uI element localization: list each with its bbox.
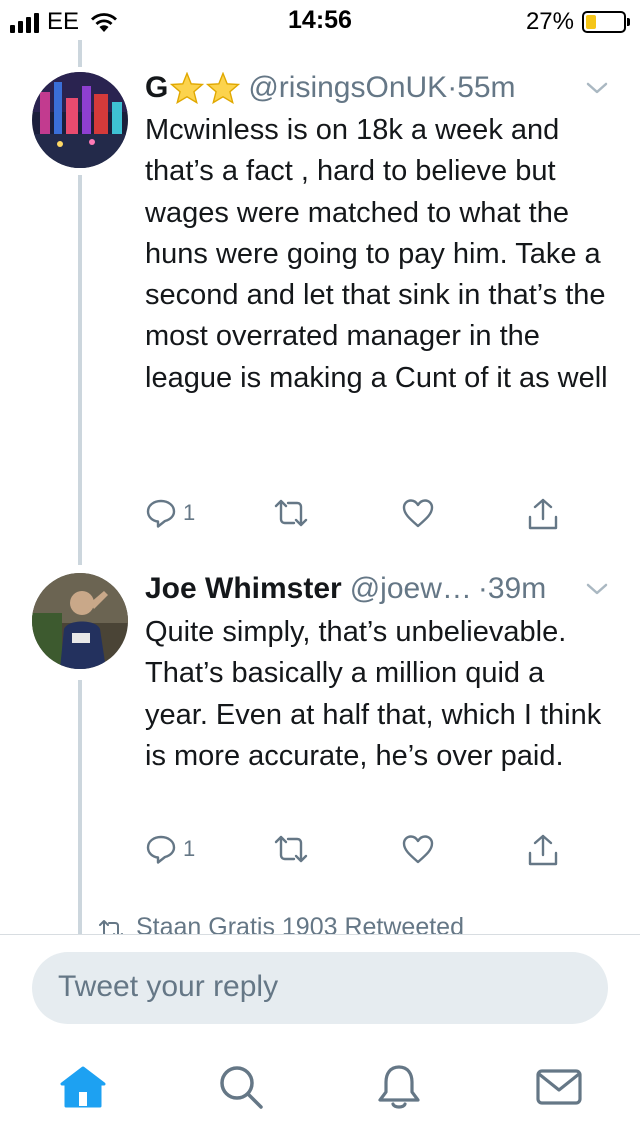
retweet-context-label: Staan Gratis 1903 Retweeted [136,913,464,934]
share-button[interactable] [527,833,559,867]
battery-icon [582,11,630,33]
chevron-down-icon[interactable] [584,78,610,98]
reply-count: 1 [183,500,196,525]
star-icon [206,72,241,104]
messages-icon[interactable] [534,1062,584,1112]
reply-bar: Tweet your reply [0,934,640,1040]
heart-icon [402,499,434,528]
avatar-image [32,573,128,669]
avatar-image [32,72,128,168]
thread-line [78,175,82,565]
thread-line [78,40,82,67]
reply-button[interactable]: 1 [145,833,195,865]
tweet-header: Joe Whimster @joew… · 39m [145,569,546,609]
battery-fill [586,15,596,29]
separator-dot: · [447,71,458,104]
reply-input[interactable]: Tweet your reply [32,952,608,1024]
reply-button[interactable]: 1 [145,497,195,529]
like-button[interactable] [401,833,435,865]
battery-percent: 27% [525,8,574,35]
share-icon [528,834,558,866]
timestamp: 39m [487,572,547,605]
avatar[interactable] [32,573,128,669]
status-right: 27% [525,8,630,36]
handle[interactable]: @risingsOnUK [248,71,447,105]
tweet-text: Mcwinless is on 18k a week and that’s a … [145,114,608,394]
reply-icon [146,835,176,864]
chevron-down-icon[interactable] [584,579,610,599]
home-icon[interactable] [58,1062,108,1112]
retweet-button[interactable] [273,497,309,529]
display-name[interactable]: Joe Whimster [145,572,342,606]
reply-count: 1 [183,836,196,861]
status-bar: EE 14:56 27% [0,0,640,40]
tweet-header: G @risingsOnUK · 55m [145,68,516,108]
tweet-actions: 1 [145,833,575,869]
handle[interactable]: @joew… [350,572,472,606]
tweet-text: Quite simply, that’s unbelievable. That’… [145,616,602,772]
timestamp: 55m [457,71,516,104]
notifications-icon[interactable] [374,1062,424,1112]
search-icon[interactable] [216,1062,266,1112]
retweet-context: Staan Gratis 1903 Retweeted [98,912,464,934]
retweet-icon [274,835,308,863]
retweet-icon [274,499,308,527]
retweet-button[interactable] [273,833,309,865]
tab-bar [0,1040,640,1136]
retweet-icon [99,920,123,934]
share-button[interactable] [527,497,559,531]
display-name[interactable]: G [145,71,168,105]
thread-line [78,680,82,934]
reply-placeholder: Tweet your reply [58,970,279,1003]
like-button[interactable] [401,497,435,529]
reply-icon [146,499,176,528]
share-icon [528,498,558,530]
tweet-actions: 1 [145,497,575,533]
separator-dot: · [477,572,488,605]
heart-icon [402,835,434,864]
avatar[interactable] [32,72,128,168]
star-icon [170,72,205,104]
